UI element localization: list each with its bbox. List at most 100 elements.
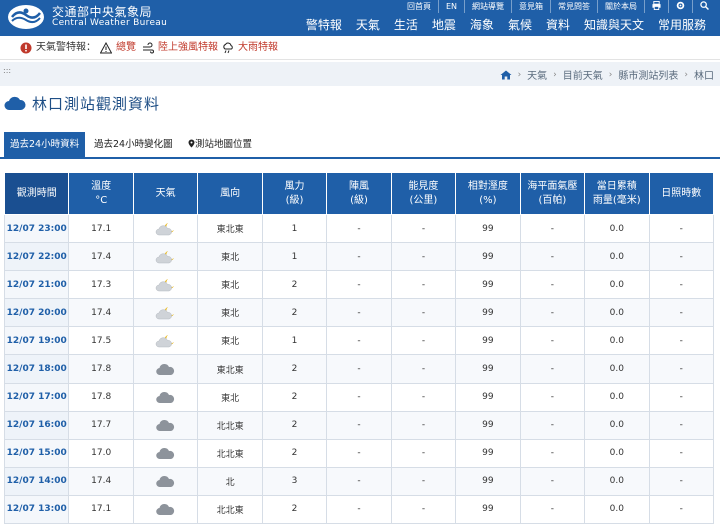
page-title: 林口測站觀測資料 (4, 90, 160, 116)
cell-daily-rainfall: 0.0 (584, 326, 650, 356)
cell-sunshine-hours: - (648, 326, 715, 356)
partly-cloudy-night-icon (155, 306, 174, 320)
cell-visibility: - (390, 270, 457, 300)
about-link[interactable]: 關於本局 (597, 0, 644, 13)
nav-services[interactable]: 常用服務 (658, 17, 706, 33)
cell-wind-force: 2 (261, 354, 328, 384)
cell-temperature: 17.1 (68, 494, 134, 525)
tab-past-24h-data[interactable]: 過去24小時資料 (4, 132, 86, 157)
nav-climate[interactable]: 氣候 (508, 17, 532, 33)
cell-wind-direction: 東北 (197, 298, 263, 328)
tab-station-map[interactable]: 測站地圖位置 (182, 132, 258, 157)
cell-temperature: 17.8 (68, 354, 134, 384)
warning-wind-text: 陸上強風特報 (158, 42, 218, 53)
cell-sea-level-pressure: - (519, 326, 586, 356)
warning-rain-text: 大雨特報 (238, 42, 278, 53)
cell-sea-level-pressure: - (519, 354, 586, 384)
cell-wind-direction: 東北 (197, 326, 263, 356)
agency-name-en[interactable]: Central Weather Bureau (52, 18, 167, 28)
cell-gust: - (326, 438, 392, 468)
breadcrumb-station-list[interactable]: 縣市測站列表 (618, 67, 678, 82)
warning-overview-text: 總覽 (116, 42, 136, 53)
tab-past-24h-chart[interactable]: 過去24小時變化圖 (88, 132, 179, 157)
cell-weather (132, 270, 199, 300)
print-icon[interactable] (644, 0, 668, 13)
table-row: 12/07 19:00 17.5 東北 1- -99-0.0- (3, 326, 715, 356)
breadcrumb-weather[interactable]: 天氣 (527, 67, 547, 82)
cell-daily-rainfall: 0.0 (584, 466, 650, 496)
nav-marine[interactable]: 海象 (470, 17, 494, 33)
cell-weather (132, 213, 199, 244)
cell-sunshine-hours: - (648, 466, 715, 496)
cell-wind-direction: 東北 (197, 270, 263, 300)
cell-temperature: 17.4 (68, 466, 134, 496)
cell-wind-force: 2 (261, 410, 328, 440)
cell-daily-rainfall: 0.0 (584, 410, 650, 440)
site-header: 交通部中央氣象局 Central Weather Bureau 回首頁 EN 網… (0, 0, 720, 36)
nav-knowledge[interactable]: 知識與天文 (584, 17, 644, 33)
tab-station-map-label: 測站地圖位置 (195, 139, 253, 150)
cwb-logo-icon[interactable] (6, 3, 46, 31)
column-header-sea-level-pressure: 海平面氣壓 (百帕) (519, 172, 586, 215)
english-link[interactable]: EN (437, 0, 464, 13)
warning-wind-link[interactable]: 陸上強風特報 (142, 41, 218, 54)
cell-humidity: 99 (455, 410, 521, 440)
table-row: 12/07 22:00 17.4 東北 1- -99-0.0- (3, 242, 715, 272)
nav-warnings[interactable]: 警特報 (306, 17, 342, 33)
home-link[interactable]: 回首頁 (400, 0, 438, 13)
cell-obs-time: 12/07 15:00 (3, 438, 70, 468)
cell-weather (132, 242, 199, 272)
partly-cloudy-night-icon (155, 278, 174, 291)
cell-daily-rainfall: 0.0 (584, 270, 650, 300)
column-header-obs-time[interactable]: 觀測時間 (3, 172, 70, 215)
cell-obs-time: 12/07 22:00 (3, 242, 70, 272)
partly-cloudy-night-icon (155, 334, 174, 348)
cell-visibility: - (390, 382, 457, 412)
map-marker-icon (188, 139, 195, 148)
warning-rain-link[interactable]: 大雨特報 (222, 41, 278, 54)
cell-wind-force: 2 (261, 270, 328, 300)
cell-sea-level-pressure: - (519, 213, 586, 244)
partly-cloudy-night-icon (155, 222, 174, 235)
cell-gust: - (326, 354, 392, 384)
breadcrumb-current-weather[interactable]: 目前天氣 (563, 67, 603, 82)
cell-temperature: 17.0 (68, 438, 134, 468)
skip-link-dots[interactable]: ::: (3, 66, 11, 75)
nav-weather[interactable]: 天氣 (356, 17, 380, 33)
cell-daily-rainfall: 0.0 (584, 213, 650, 244)
cell-wind-force: 1 (261, 326, 328, 356)
cell-wind-force: 3 (261, 466, 328, 496)
gear-icon[interactable] (668, 0, 692, 13)
cell-wind-direction: 北北東 (197, 410, 263, 440)
cell-sea-level-pressure: - (519, 410, 586, 440)
nav-data[interactable]: 資料 (546, 17, 570, 33)
warning-label: 天氣警特報： (20, 41, 96, 54)
warning-overview-link[interactable]: 總覽 (100, 41, 136, 54)
cell-weather (132, 438, 199, 468)
cell-humidity: 99 (455, 382, 521, 412)
faq-link[interactable]: 常見問答 (550, 0, 597, 13)
cell-sunshine-hours: - (648, 242, 715, 272)
table-header-row: 觀測時間 溫度 °C 天氣 風向 風力 (級) 陣風 (級) 能見度 (公里) 相對溼度 (%) 海平面氣… (3, 172, 715, 215)
cell-humidity: 99 (455, 213, 521, 244)
warning-triangle-icon (100, 41, 112, 53)
search-icon[interactable] (692, 0, 716, 13)
table-row: 12/07 21:00 17.3 東北 2- -99-0.0- (3, 270, 715, 300)
cloudy-icon (155, 448, 174, 460)
alert-circle-icon (20, 42, 32, 53)
nav-earthquake[interactable]: 地震 (432, 17, 456, 33)
breadcrumb-separator: › (608, 69, 613, 80)
cell-weather (132, 354, 199, 384)
sitemap-link[interactable]: 網站導覽 (464, 0, 511, 13)
cell-gust: - (326, 410, 392, 440)
cell-sea-level-pressure: - (519, 298, 586, 328)
home-icon[interactable] (500, 70, 512, 80)
nav-life[interactable]: 生活 (394, 17, 418, 33)
breadcrumb-separator: › (684, 69, 688, 80)
observation-table: 觀測時間 溫度 °C 天氣 風向 風力 (級) 陣風 (級) 能見度 (公里) 相對溼度 (%) 海平面氣… (3, 172, 715, 525)
feedback-link[interactable]: 意見箱 (511, 0, 550, 13)
cell-weather (132, 410, 199, 440)
table-row: 12/07 13:00 17.1 北北東 2- -99-0.0- (3, 494, 715, 525)
cell-temperature: 17.1 (68, 213, 134, 244)
cell-gust: - (326, 494, 392, 525)
